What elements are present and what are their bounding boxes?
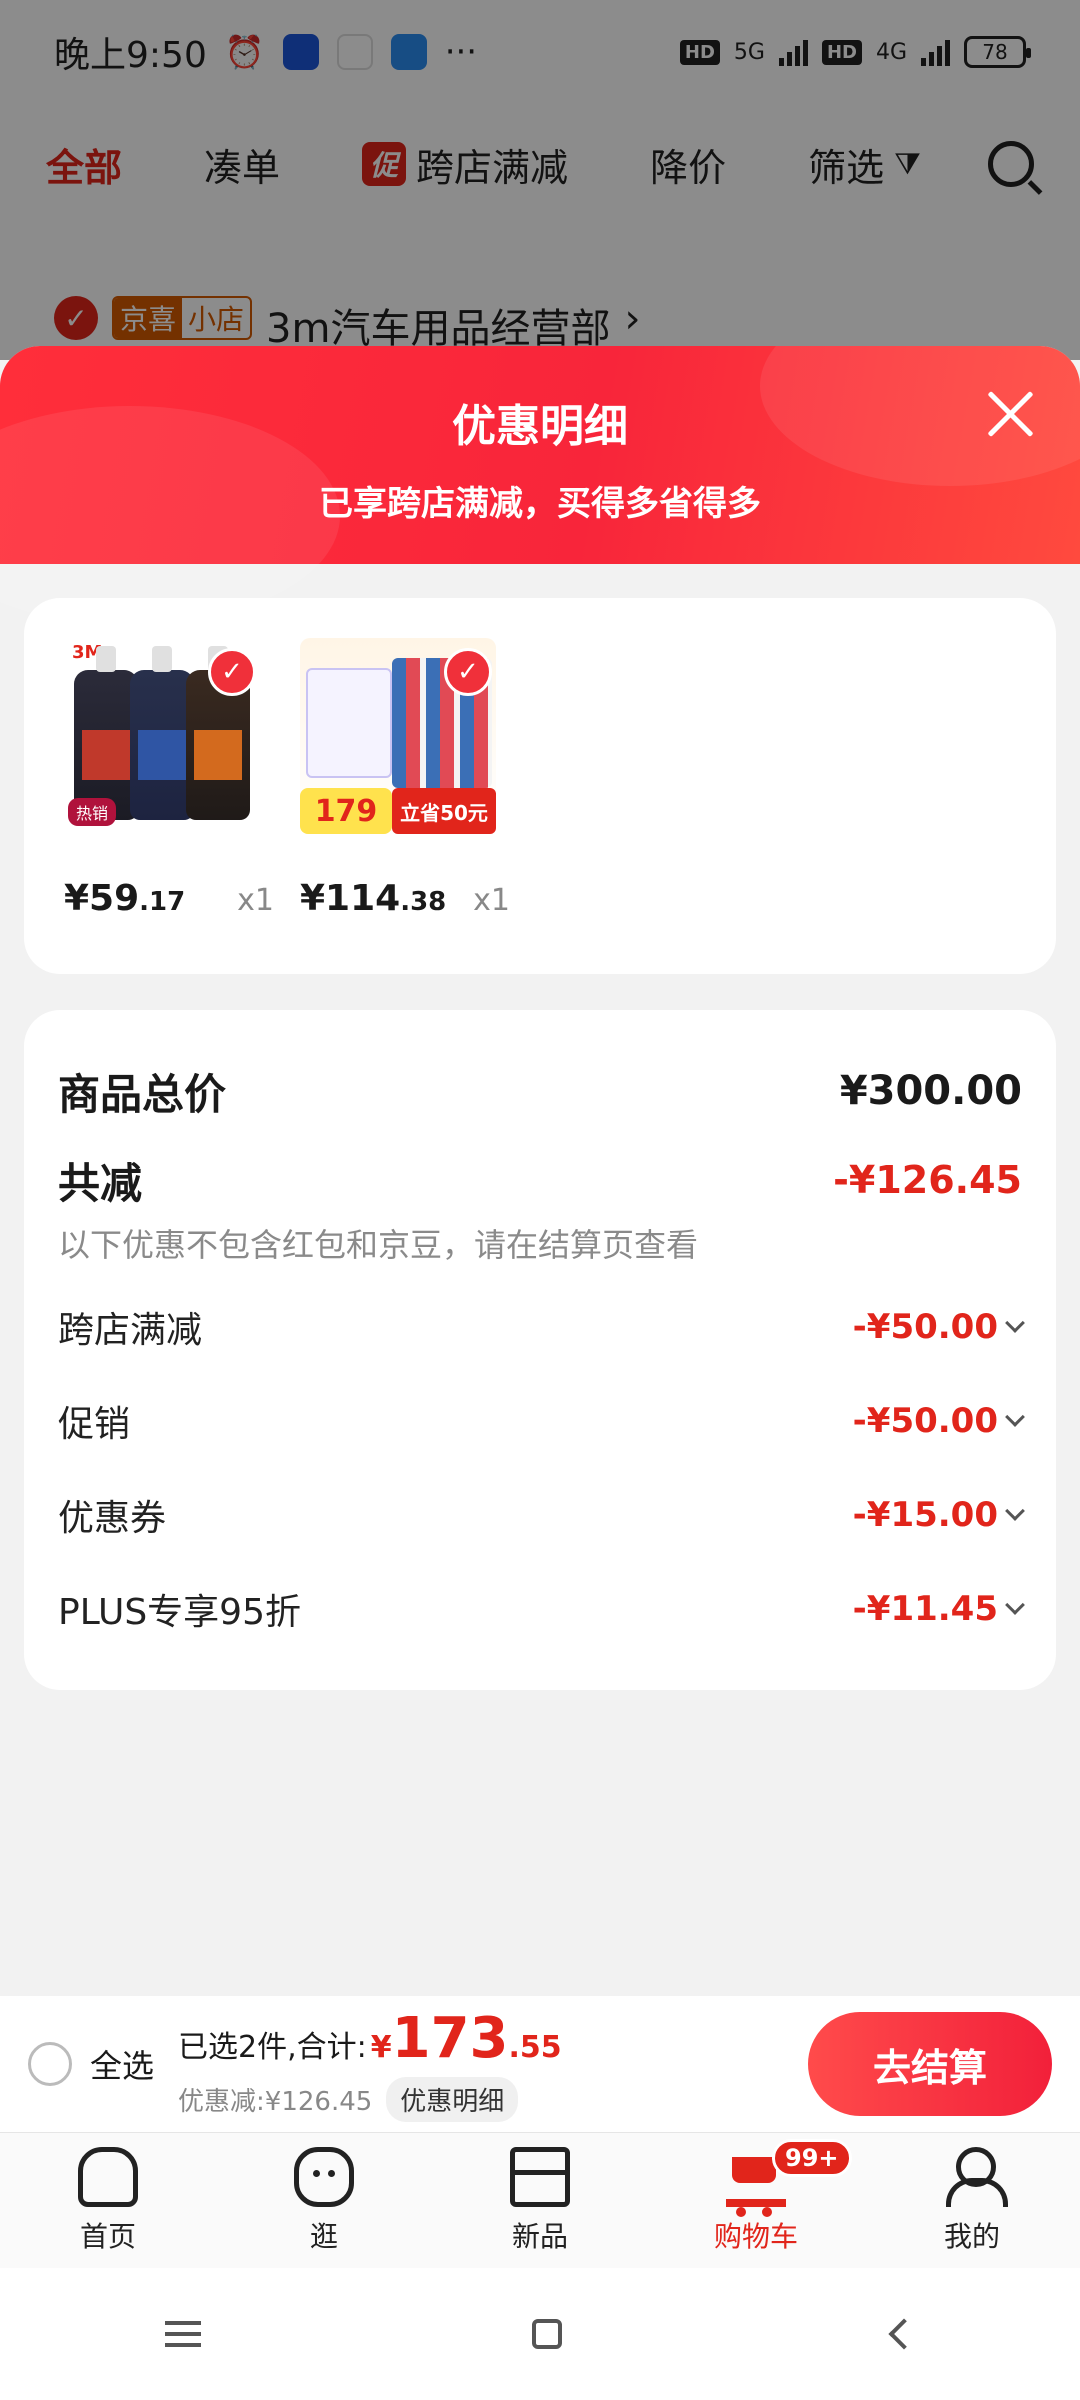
discount-row-promotion[interactable]: 促销 -¥50.00	[58, 1374, 1025, 1468]
discount-value: -¥50.00	[852, 1401, 1025, 1441]
discount-amount: -¥50.00	[852, 1401, 998, 1441]
product-quantity: x1	[237, 883, 274, 918]
totals-line: 已选2件,合计: ¥ 173 .55	[178, 2006, 562, 2071]
product-price: ¥114.38	[300, 878, 446, 919]
total-price-label: 商品总价	[58, 1069, 227, 1119]
checkout-bar: 全选 已选2件,合计: ¥ 173 .55 优惠减:¥126.45 优惠明细 去…	[0, 1996, 1080, 2132]
price-decimal: .38	[400, 887, 447, 917]
select-all-checkbox[interactable]	[28, 2042, 72, 2086]
selected-count-text: 已选2件,合计:	[178, 2030, 367, 2065]
total-amount-decimal: .55	[508, 2030, 562, 2065]
discount-label: 促销	[58, 1404, 131, 1445]
tab-home[interactable]: 首页	[0, 2133, 216, 2268]
bottle-graphic	[130, 646, 194, 820]
product-meta: ¥114.38 x1	[300, 878, 510, 919]
select-all-label[interactable]: 全选	[90, 2041, 154, 2087]
discount-detail-sheet: 优惠明细 已享跨店满减，买得多省得多 3M 热销 ✓ ¥59.17 x1 179	[0, 346, 1080, 1996]
close-icon[interactable]	[986, 388, 1036, 438]
discount-label: 优惠券	[58, 1498, 167, 1539]
bottom-tab-bar: 首页 逛 新品 99+ 购物车 我的	[0, 2132, 1080, 2268]
system-navigation-bar	[0, 2268, 1080, 2400]
discount-row-cross-store[interactable]: 跨店满减 -¥50.00	[58, 1280, 1025, 1374]
tab-label: 购物车	[713, 2219, 798, 2253]
check-icon: ✓	[208, 648, 256, 696]
product-price: ¥59.17	[64, 878, 185, 919]
discount-line: 优惠减:¥126.45 优惠明细	[178, 2077, 562, 2122]
chevron-down-icon	[1005, 1313, 1025, 1333]
menu-icon[interactable]	[165, 2321, 202, 2347]
discount-note: 以下优惠不包含红包和京豆，请在结算页查看	[58, 1226, 699, 1264]
discount-row-coupon[interactable]: 优惠券 -¥15.00	[58, 1468, 1025, 1562]
total-reduce-label: 共减	[58, 1158, 143, 1208]
totals: 已选2件,合计: ¥ 173 .55 优惠减:¥126.45 优惠明细	[178, 2006, 562, 2122]
discount-value: -¥50.00	[852, 1307, 1025, 1347]
box-graphic	[306, 668, 392, 778]
discount-label: 跨店满减	[58, 1310, 203, 1351]
price-integer: ¥59	[64, 878, 140, 919]
price-summary-card: 商品总价 ¥300.00 共减 -¥126.45 以下优惠不包含红包和京豆，请在…	[24, 1010, 1056, 1690]
discount-label: PLUS专享95折	[58, 1592, 301, 1633]
total-price-row: 商品总价 ¥300.00	[58, 1056, 1022, 1126]
tab-cart[interactable]: 99+ 购物车	[648, 2133, 864, 2268]
chevron-down-icon	[1005, 1595, 1025, 1615]
box-icon	[510, 2146, 570, 2207]
discount-value: -¥11.45	[852, 1589, 1025, 1629]
sheet-title: 优惠明细	[452, 401, 628, 452]
sheet-subtitle: 已享跨店满减，买得多省得多	[319, 484, 761, 524]
image-save-tag: 立省50元	[392, 788, 496, 834]
discount-amount: -¥11.45	[852, 1589, 998, 1629]
products-card: 3M 热销 ✓ ¥59.17 x1 179 立省50元 ✓ ¥114.38 x1	[24, 598, 1056, 974]
product-meta: ¥59.17 x1	[64, 878, 274, 919]
tab-label: 逛	[309, 2219, 338, 2253]
price-decimal: .17	[139, 887, 186, 917]
product-item[interactable]: 179 立省50元 ✓ ¥114.38 x1	[300, 638, 510, 934]
total-reduce-row: 共减 -¥126.45	[58, 1150, 1022, 1210]
product-image: 179 立省50元 ✓	[300, 638, 496, 834]
total-price-value: ¥300.00	[839, 1068, 1022, 1114]
back-icon[interactable]	[888, 2318, 920, 2350]
hot-badge: 热销	[68, 798, 117, 826]
tab-mine[interactable]: 我的	[864, 2133, 1080, 2268]
tab-label: 首页	[79, 2219, 136, 2253]
product-item[interactable]: 3M 热销 ✓ ¥59.17 x1	[64, 638, 274, 934]
tab-label: 我的	[943, 2219, 1000, 2253]
checkout-button[interactable]: 去结算	[808, 2012, 1052, 2116]
discount-value: -¥15.00	[852, 1495, 1025, 1535]
total-amount-integer: 173	[391, 2006, 509, 2071]
discount-amount: -¥50.00	[852, 1307, 998, 1347]
discount-amount: -¥15.00	[852, 1495, 998, 1535]
user-icon	[942, 2146, 1008, 2207]
discount-summary-text: 优惠减:¥126.45	[178, 2087, 373, 2117]
product-image: 3M 热销 ✓	[64, 638, 260, 834]
chevron-down-icon	[1005, 1501, 1025, 1521]
chevron-down-icon	[1005, 1407, 1025, 1427]
discount-row-plus[interactable]: PLUS专享95折 -¥11.45	[58, 1562, 1025, 1656]
price-integer: ¥114	[300, 878, 401, 919]
discount-detail-button[interactable]: 优惠明细	[386, 2077, 519, 2122]
tab-browse[interactable]: 逛	[216, 2133, 432, 2268]
currency-symbol: ¥	[370, 2030, 392, 2065]
home-icon	[78, 2146, 138, 2207]
total-reduce-value: -¥126.45	[833, 1158, 1022, 1202]
tab-new[interactable]: 新品	[432, 2133, 648, 2268]
sheet-header: 优惠明细 已享跨店满减，买得多省得多	[0, 346, 1080, 626]
image-price-tag: 179	[300, 788, 392, 834]
check-icon: ✓	[444, 648, 492, 696]
system-home-icon[interactable]	[531, 2319, 562, 2349]
product-quantity: x1	[473, 883, 510, 918]
cart-count-badge: 99+	[772, 2139, 852, 2177]
tab-label: 新品	[511, 2219, 568, 2253]
browse-icon	[294, 2146, 354, 2207]
modal-overlay[interactable]	[0, 0, 1080, 360]
